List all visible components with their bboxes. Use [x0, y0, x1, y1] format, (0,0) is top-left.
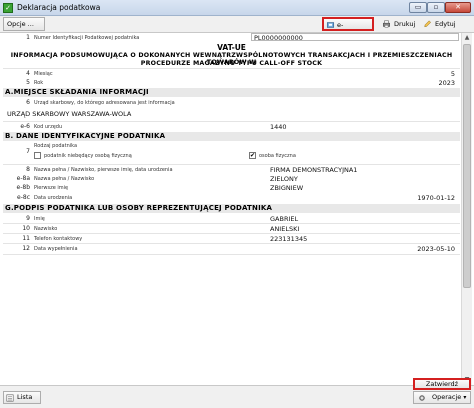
nip-input[interactable]: PL0000000000 — [251, 33, 459, 42]
field-number: e-8a — [16, 175, 30, 182]
section-b-header: B. DANE IDENTYFIKACYJNE PODATNIKA — [3, 132, 460, 141]
field-label: Kod urzędu — [34, 124, 63, 130]
form-title: VAT-UE — [217, 43, 246, 52]
vertical-scrollbar[interactable]: ▲ ▼ — [461, 33, 472, 385]
field-number: 1 — [26, 34, 30, 41]
field-label: Nazwa pełna / Nazwisko — [34, 176, 95, 182]
close-button[interactable]: ✕ — [445, 2, 471, 13]
confirm-button[interactable]: Zatwierdź — [413, 378, 471, 390]
surname-value[interactable]: ZIELONY — [270, 175, 298, 183]
signer-first-name-value[interactable]: GABRIEL — [270, 215, 298, 223]
field-11-row: 11 Telefon kontaktowy 223131345 — [3, 234, 460, 243]
title-bar: ✓ Deklaracja podatkowa ▭ ▫ ✕ — [0, 0, 474, 16]
print-label: Drukuj — [394, 20, 416, 28]
list-button[interactable]: Lista — [3, 391, 41, 404]
list-label: Lista — [17, 393, 33, 401]
operations-button[interactable]: Operacje ▾ — [413, 391, 471, 404]
field-number: e-8c — [17, 194, 30, 201]
field-number: 7 — [26, 148, 30, 155]
month-value[interactable]: 5 — [451, 70, 455, 78]
options-button[interactable]: Opcje ... — [3, 17, 45, 31]
e-declaration-button[interactable]: e-Deklaracja — [322, 17, 374, 41]
declaration-form: 1 Numer Identyfikacji Podatkowej podatni… — [3, 33, 460, 385]
operations-dropdown-icon[interactable]: ▾ — [463, 394, 466, 401]
tax-office-value[interactable]: URZĄD SKARBOWY WARSZAWA-WOLA — [7, 110, 131, 118]
field-label: Rodzaj podatnika — [34, 143, 78, 149]
toolbar: Opcje ... e-Deklaracja Drukuj ▾ Edytuj — [0, 16, 474, 41]
pencil-icon — [424, 20, 432, 28]
app-icon: ✓ — [3, 3, 13, 13]
operations-label: Operacje — [432, 393, 462, 401]
bottom-bar: Lista Zatwierdź Operacje ▾ — [0, 378, 474, 408]
section-g-header: G.PODPIS PODATNIKA LUB OSOBY REPREZENTUJ… — [3, 204, 460, 213]
field-10-row: 10 Nazwisko ANIELSKI — [3, 224, 460, 233]
first-name-value[interactable]: ZBIGNIEW — [270, 184, 303, 192]
field-label: Imię — [34, 216, 45, 222]
birth-date-value[interactable]: 1970-01-12 — [417, 194, 455, 202]
divider — [3, 254, 460, 255]
minimize-button[interactable]: ▭ — [409, 2, 427, 13]
printer-icon — [383, 20, 390, 28]
field-e8a-row: e-8a Nazwa pełna / Nazwisko ZIELONY — [3, 174, 460, 183]
field-e6-row: e-6 Kod urzędu 1440 — [3, 122, 460, 131]
office-code-value[interactable]: 1440 — [270, 123, 287, 131]
edit-label: Edytuj — [435, 20, 456, 28]
field-5-row: 5 Rok 2023 — [3, 78, 460, 87]
field-label: Data wypełnienia — [34, 246, 78, 252]
field-label: Rok — [34, 80, 44, 86]
field-number: e-6 — [20, 123, 30, 130]
window-title: Deklaracja podatkowa — [17, 3, 101, 12]
field-number: 4 — [26, 70, 30, 77]
list-icon — [6, 394, 14, 402]
field-7-row: 7 Rodzaj podatnika podatnik niebędący os… — [3, 142, 460, 164]
field-label: Numer Identyfikacji Podatkowej podatnika — [34, 35, 140, 41]
field-6-row: 6 Urząd skarbowy, do którego adresowana … — [3, 98, 460, 120]
phone-value[interactable]: 223131345 — [270, 235, 307, 243]
section-a-header: A.MIEJSCE SKŁADANIA INFORMACJI — [3, 88, 460, 97]
field-e8c-row: e-8c Data urodzenia 1970-01-12 — [3, 193, 460, 202]
legal-entity-label: podatnik niebędący osobą fizyczną — [44, 153, 132, 159]
field-number: 9 — [26, 215, 30, 222]
field-9-row: 9 Imię GABRIEL — [3, 214, 460, 223]
signer-surname-value[interactable]: ANIELSKI — [270, 225, 299, 233]
field-number: 8 — [26, 166, 30, 173]
field-e8b-row: e-8b Pierwsze imię ZBIGNIEW — [3, 183, 460, 192]
field-1-row: 1 Numer Identyfikacji Podatkowej podatni… — [3, 33, 460, 42]
e-declaration-icon — [326, 22, 335, 28]
field-number: e-8b — [16, 184, 30, 191]
gear-icon — [419, 395, 425, 401]
field-number: 6 — [26, 99, 30, 106]
field-label: Urząd skarbowy, do którego adresowana je… — [34, 100, 175, 106]
natural-person-checkbox[interactable]: ✔ — [249, 152, 256, 159]
field-4-row: 4 Miesiąc 5 — [3, 69, 460, 78]
field-label: Nazwisko — [34, 226, 58, 232]
print-button[interactable]: Drukuj ▾ — [379, 17, 417, 40]
field-label: Telefon kontaktowy — [34, 236, 83, 242]
field-number: 10 — [22, 225, 30, 232]
field-label: Nazwa pełna / Nazwisko, pierwsze imię, d… — [34, 167, 173, 173]
scroll-thumb[interactable] — [463, 44, 471, 288]
nip-value: PL0000000000 — [254, 34, 303, 42]
form-subtitle-line2: PROCEDURZE MAGAZYNU TYPU CALL-OFF STOCK — [140, 60, 323, 67]
field-number: 11 — [22, 235, 30, 242]
full-name-value[interactable]: FIRMA DEMONSTRACYJNA1 — [270, 166, 357, 174]
scroll-up-icon[interactable]: ▲ — [462, 33, 472, 43]
field-label: Data urodzenia — [34, 195, 73, 201]
field-number: 12 — [22, 245, 30, 252]
natural-person-label: osoba fizyczna — [259, 153, 296, 159]
edit-button[interactable]: Edytuj — [420, 17, 470, 31]
field-12-row: 12 Data wypełnienia 2023-05-10 — [3, 244, 460, 253]
field-label: Miesiąc — [34, 71, 53, 77]
field-label: Pierwsze imię — [34, 185, 69, 191]
year-value[interactable]: 2023 — [438, 79, 455, 87]
fill-date-value[interactable]: 2023-05-10 — [417, 245, 455, 253]
field-number: 5 — [26, 79, 30, 86]
field-8-row: 8 Nazwa pełna / Nazwisko, pierwsze imię,… — [3, 165, 460, 174]
checkmark-icon: ✔ — [250, 152, 256, 159]
legal-entity-checkbox[interactable] — [34, 152, 41, 159]
maximize-button[interactable]: ▫ — [427, 2, 445, 13]
